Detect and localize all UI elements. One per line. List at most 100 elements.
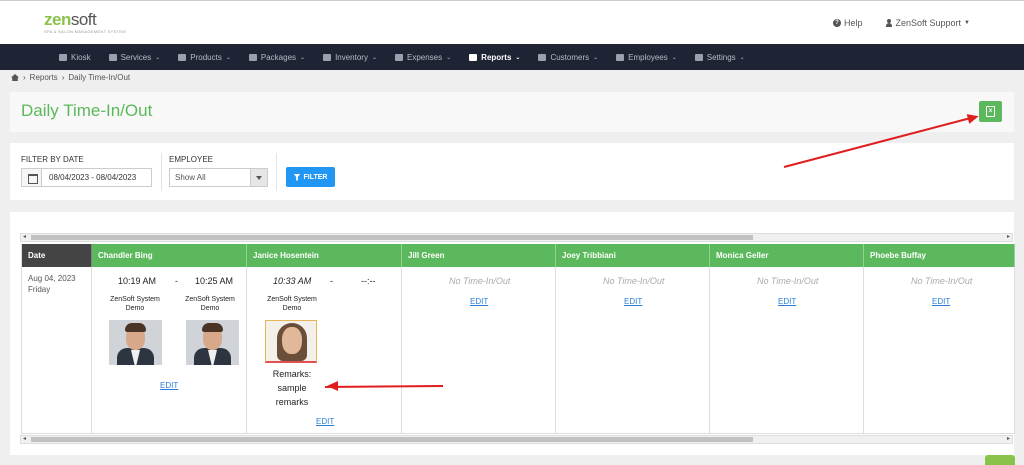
breadcrumb-sep-icon: › xyxy=(23,73,26,82)
filter-panel: FILTER BY DATE 08/04/2023 - 08/04/2023 E… xyxy=(10,143,1014,200)
logo-text-b: soft xyxy=(70,10,97,29)
scrollbar-thumb[interactable] xyxy=(31,235,753,240)
chat-widget-tab[interactable] xyxy=(985,455,1015,465)
chevron-down-icon: ⌄ xyxy=(371,54,377,61)
logo-tagline: SPA & SALON MANAGEMENT SYSTEM xyxy=(44,29,126,34)
calendar-icon xyxy=(22,169,42,186)
remarks-line: remarks xyxy=(275,397,309,407)
date-range-value: 08/04/2023 - 08/04/2023 xyxy=(49,173,137,182)
main-nav: Kiosk Services ⌄ Products ⌄ Packages ⌄ Inventor… xyxy=(0,44,1024,70)
scroll-left-icon[interactable]: ◂ xyxy=(23,436,26,443)
time-out-photo[interactable] xyxy=(186,320,239,365)
time-in: 10:33 AM xyxy=(273,276,312,286)
no-time-text: No Time-In/Out xyxy=(449,276,511,286)
chevron-down-icon: ⌄ xyxy=(155,54,161,61)
time-out-device: ZenSoft System Demo xyxy=(185,296,235,312)
remarks-line: sample xyxy=(277,383,307,393)
excel-export-icon: x xyxy=(986,106,995,117)
chevron-down-icon: ⌄ xyxy=(446,54,452,61)
remarks-label: Remarks: xyxy=(272,369,312,379)
employee-column-header: Jill Green xyxy=(402,244,556,267)
chevron-down-icon xyxy=(250,169,267,186)
row-day: Friday xyxy=(28,285,51,294)
filter-button[interactable]: FILTER xyxy=(286,167,335,187)
divider xyxy=(276,153,277,191)
scroll-left-icon[interactable]: ◂ xyxy=(23,234,26,241)
nav-label: Kiosk xyxy=(71,52,91,62)
time-separator: - xyxy=(175,276,178,286)
employee-column-header: Chandler Bing xyxy=(92,244,247,267)
scrollbar-thumb[interactable] xyxy=(31,437,753,442)
employee-select-value: Show All xyxy=(175,173,206,182)
help-circle-icon: ? xyxy=(832,19,841,27)
nav-item-products[interactable]: Products ⌄ xyxy=(169,44,240,70)
horizontal-scrollbar-bottom[interactable]: ◂ ▸ xyxy=(20,435,1013,444)
time-in: 10:19 AM xyxy=(118,276,157,286)
nav-item-settings[interactable]: Settings ⌄ xyxy=(686,44,754,70)
customers-icon xyxy=(538,53,547,61)
nav-item-customers[interactable]: Customers ⌄ xyxy=(529,44,607,70)
logo-text-a: zen xyxy=(44,10,71,29)
breadcrumb-current: Daily Time-In/Out xyxy=(68,73,131,82)
chevron-down-icon: ⌄ xyxy=(515,54,521,61)
scroll-right-icon[interactable]: ▸ xyxy=(1007,234,1010,241)
scroll-right-icon[interactable]: ▸ xyxy=(1007,436,1010,443)
user-icon xyxy=(885,19,893,27)
edit-link[interactable]: EDIT xyxy=(470,297,488,306)
time-out: 10:25 AM xyxy=(195,276,234,286)
expenses-icon xyxy=(395,53,403,61)
nav-label: Reports xyxy=(481,52,512,62)
nav-item-reports[interactable]: Reports ⌄ xyxy=(460,44,529,70)
employee-column-header: Janice Hosentein xyxy=(247,244,402,267)
nav-item-inventory[interactable]: Inventory ⌄ xyxy=(314,44,386,70)
edit-link[interactable]: EDIT xyxy=(160,381,178,390)
nav-item-kiosk[interactable]: Kiosk xyxy=(50,44,100,70)
zensoft-logo[interactable]: zensoft SPA & SALON MANAGEMENT SYSTEM xyxy=(44,11,126,34)
divider xyxy=(161,153,162,191)
nav-item-services[interactable]: Services ⌄ xyxy=(100,44,170,70)
employee-cell-monica: No Time-In/Out EDIT xyxy=(710,267,864,434)
products-icon xyxy=(178,53,187,61)
home-icon[interactable] xyxy=(11,74,19,81)
breadcrumb-reports[interactable]: Reports xyxy=(30,73,58,82)
no-time-text: No Time-In/Out xyxy=(757,276,819,286)
edit-link[interactable]: EDIT xyxy=(624,297,642,306)
help-link[interactable]: ? Help xyxy=(832,18,863,28)
employee-select[interactable]: Show All xyxy=(169,168,268,187)
date-range-input[interactable]: 08/04/2023 - 08/04/2023 xyxy=(21,168,152,187)
nav-label: Inventory xyxy=(335,52,368,62)
edit-link[interactable]: EDIT xyxy=(316,417,334,426)
export-excel-button[interactable]: x xyxy=(979,101,1002,122)
chevron-down-icon: ⌄ xyxy=(300,54,306,61)
horizontal-scrollbar-top[interactable]: ◂ ▸ xyxy=(20,233,1013,242)
time-in-photo[interactable] xyxy=(109,320,162,365)
no-time-text: No Time-In/Out xyxy=(911,276,973,286)
kiosk-icon xyxy=(59,53,67,61)
time-separator: - xyxy=(330,276,333,286)
report-table-panel: ◂ ▸ Date Chandler Bing Janice Hosentein … xyxy=(10,212,1015,455)
chevron-down-icon: ⌄ xyxy=(739,54,745,61)
no-time-text: No Time-In/Out xyxy=(603,276,665,286)
employee-cell-joey: No Time-In/Out EDIT xyxy=(556,267,710,434)
chevron-down-icon: ⌄ xyxy=(593,54,599,61)
nav-item-expenses[interactable]: Expenses ⌄ xyxy=(386,44,460,70)
user-menu[interactable]: ZenSoft Support ▼ xyxy=(885,18,970,28)
nav-label: Services xyxy=(120,52,152,62)
nav-item-employees[interactable]: Employees ⌄ xyxy=(607,44,686,70)
funnel-icon xyxy=(293,173,301,181)
date-column-header: Date xyxy=(22,244,92,267)
nav-label: Customers xyxy=(550,52,590,62)
time-in-device: ZenSoft System Demo xyxy=(110,296,160,312)
page-header: Daily Time-In/Out x xyxy=(10,92,1014,132)
settings-icon xyxy=(694,53,703,61)
edit-link[interactable]: EDIT xyxy=(778,297,796,306)
row-date: Aug 04, 2023 xyxy=(28,274,76,283)
employee-column-header: Monica Geller xyxy=(710,244,864,267)
time-in-photo[interactable] xyxy=(265,320,317,363)
time-in-device: ZenSoft System Demo xyxy=(267,296,317,312)
nav-item-packages[interactable]: Packages ⌄ xyxy=(240,44,314,70)
filter-date-label: FILTER BY DATE xyxy=(21,155,84,164)
reports-icon xyxy=(469,53,478,61)
packages-icon xyxy=(248,53,257,61)
edit-link[interactable]: EDIT xyxy=(932,297,950,306)
